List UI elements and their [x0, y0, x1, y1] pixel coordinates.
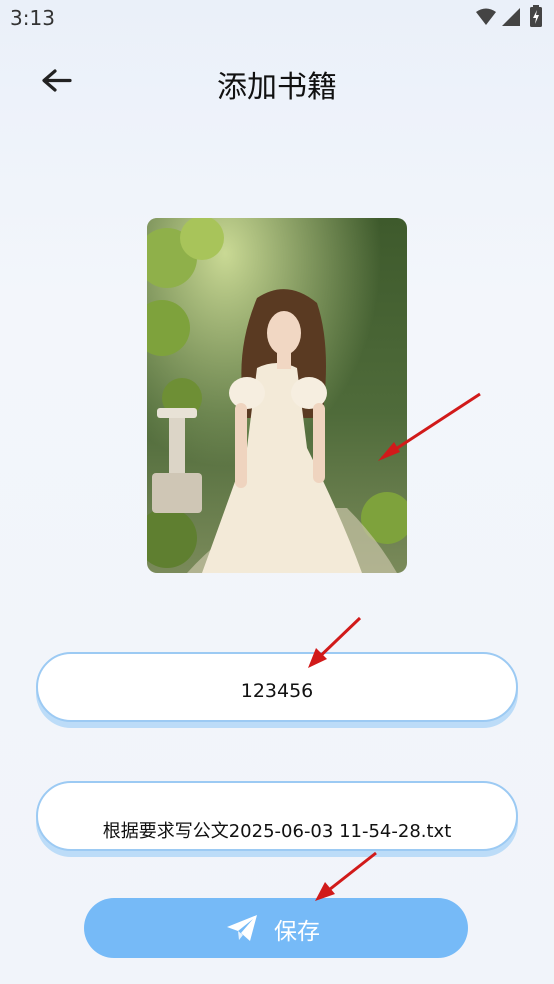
signal-icon [502, 8, 520, 26]
book-title-field[interactable] [36, 652, 518, 722]
paper-plane-icon [227, 915, 257, 941]
book-cover-image[interactable] [147, 218, 407, 573]
wifi-icon [476, 8, 496, 25]
page-title: 添加书籍 [217, 70, 337, 105]
save-button[interactable]: 保存 [84, 898, 468, 958]
book-file-name: 根据要求写公文2025-06-03 11-54-28.txt [102, 821, 452, 842]
status-bar: 3:13 [0, 0, 554, 36]
battery-icon [530, 5, 542, 27]
save-button-label: 保存 [274, 919, 320, 945]
status-time: 3:13 [10, 6, 55, 30]
book-title-input[interactable] [38, 654, 516, 720]
book-file-field[interactable]: 根据要求写公文2025-06-03 11-54-28.txt [36, 781, 518, 851]
annotation-arrow-icon [315, 851, 377, 901]
